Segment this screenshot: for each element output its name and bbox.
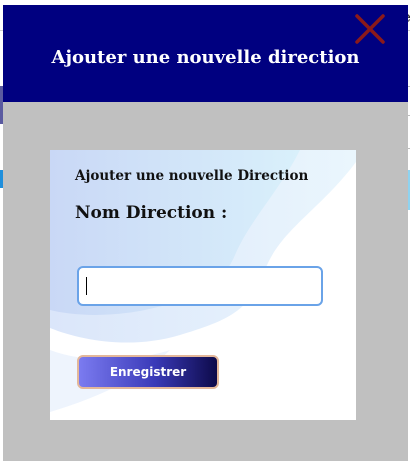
form-heading: Ajouter une nouvelle Direction [75,168,309,184]
save-button[interactable]: Enregistrer [77,355,219,389]
form-card: Ajouter une nouvelle Direction Nom Direc… [50,150,356,420]
direction-name-label: Nom Direction : [75,203,228,223]
add-direction-modal: Ajouter une nouvelle direction Ajouter u… [3,5,408,461]
close-x-icon [355,14,385,44]
modal-header: Ajouter une nouvelle direction [3,5,408,102]
text-caret [86,277,87,295]
modal-title: Ajouter une nouvelle direction [51,47,360,68]
close-button[interactable] [352,11,388,47]
direction-name-input[interactable] [77,266,323,306]
